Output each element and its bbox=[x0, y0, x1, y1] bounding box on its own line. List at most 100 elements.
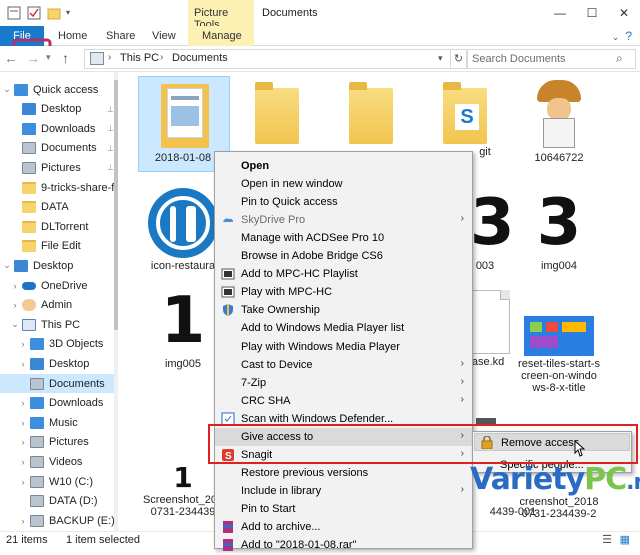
chevron-down-icon[interactable]: ▾ bbox=[66, 5, 82, 21]
recent-locations-icon[interactable]: ▾ bbox=[46, 52, 51, 63]
breadcrumb-this-pc[interactable]: This PC bbox=[120, 52, 159, 64]
context-menu-item[interactable]: Restore previous versions bbox=[215, 464, 472, 482]
checkmark-icon[interactable] bbox=[26, 5, 42, 21]
nav-item[interactable]: DATA bbox=[0, 198, 118, 217]
nav-item[interactable]: ⌄ This PC bbox=[0, 315, 118, 334]
nav-item[interactable]: Downloads ⊥ bbox=[0, 119, 118, 138]
nav-item[interactable]: › BACKUP (E:) bbox=[0, 511, 118, 530]
close-icon[interactable]: ✕ bbox=[608, 0, 640, 26]
nav-item-label: This PC bbox=[41, 318, 81, 331]
nav-scrollbar-thumb[interactable] bbox=[114, 80, 118, 330]
desktop-icon bbox=[22, 103, 36, 116]
context-menu-item[interactable]: Play with MPC-HC bbox=[215, 283, 472, 301]
expand-chevron-icon[interactable]: › bbox=[18, 359, 28, 369]
breadcrumb-documents[interactable]: Documents bbox=[172, 52, 228, 64]
nav-item[interactable]: Documents bbox=[0, 374, 118, 393]
search-icon[interactable]: ⌕ bbox=[616, 51, 623, 66]
nav-item[interactable]: › OneDrive bbox=[0, 276, 118, 295]
nav-item[interactable]: ⌄ Desktop bbox=[0, 256, 118, 275]
maximize-icon[interactable]: ☐ bbox=[576, 0, 608, 26]
context-menu-item[interactable]: Cast to Device › bbox=[215, 356, 472, 374]
context-menu-item-label: Add to "2018-01-08.rar" bbox=[241, 539, 357, 552]
up-arrow-icon[interactable]: ↑ bbox=[62, 50, 69, 66]
nav-item-label: Downloads bbox=[41, 122, 96, 135]
context-menu-item[interactable]: Add to "2018-01-08.rar" bbox=[215, 536, 472, 554]
onedrive-icon bbox=[22, 281, 36, 290]
context-menu-item[interactable]: Add to MPC-HC Playlist bbox=[215, 265, 472, 283]
nav-item[interactable]: › Desktop bbox=[0, 354, 118, 373]
tab-share[interactable]: Share bbox=[106, 30, 135, 42]
file-item[interactable] bbox=[326, 82, 416, 144]
expand-chevron-icon[interactable]: ⌄ bbox=[2, 260, 12, 271]
context-menu-item[interactable]: Include in library › bbox=[215, 482, 472, 500]
context-menu-item[interactable]: CRC SHA › bbox=[215, 392, 472, 410]
forward-arrow-icon[interactable]: → bbox=[26, 50, 44, 68]
expand-chevron-icon[interactable]: › bbox=[18, 457, 28, 467]
nav-item[interactable]: › Videos bbox=[0, 452, 118, 471]
expand-chevron-icon[interactable]: › bbox=[18, 437, 28, 447]
expand-chevron-icon[interactable]: › bbox=[10, 300, 20, 310]
nav-item[interactable]: ⌄ Quick access bbox=[0, 80, 118, 99]
help-icon[interactable]: ⌄? bbox=[612, 29, 632, 43]
tab-home[interactable]: Home bbox=[58, 30, 87, 42]
file-item[interactable]: 3 img004 bbox=[514, 188, 604, 272]
file-item[interactable]: S git bbox=[420, 82, 510, 158]
expand-chevron-icon[interactable]: › bbox=[10, 281, 20, 291]
nav-item[interactable]: Pictures ⊥ bbox=[0, 158, 118, 177]
nav-item-label: Videos bbox=[49, 455, 83, 468]
properties-icon[interactable] bbox=[6, 5, 22, 21]
file-label: creenshot_2018 0731-234439-2 bbox=[519, 496, 599, 520]
file-item[interactable]: reset-tiles-start-s creen-on-windo ws-8-… bbox=[514, 316, 604, 394]
expand-chevron-icon[interactable]: ⌄ bbox=[10, 319, 20, 330]
file-item[interactable]: creenshot_2018 0731-234439-2 bbox=[514, 494, 604, 520]
archive-icon bbox=[221, 538, 235, 552]
expand-chevron-icon[interactable]: › bbox=[18, 516, 28, 526]
folder-icon[interactable] bbox=[46, 5, 62, 21]
back-arrow-icon[interactable]: ← bbox=[4, 50, 24, 68]
context-menu-item[interactable]: SkyDrive Pro › bbox=[215, 211, 472, 229]
nav-item[interactable]: › 3D Objects bbox=[0, 335, 118, 354]
nav-item[interactable]: › W10 (C:) bbox=[0, 472, 118, 491]
file-item[interactable] bbox=[232, 82, 322, 144]
nav-item[interactable]: File Edit bbox=[0, 237, 118, 256]
context-menu-item[interactable]: 7-Zip › bbox=[215, 374, 472, 392]
context-menu-item[interactable]: Open bbox=[215, 157, 472, 175]
nav-item[interactable]: › Pictures bbox=[0, 433, 118, 452]
expand-chevron-icon[interactable]: › bbox=[18, 477, 28, 487]
nav-item[interactable]: › Music bbox=[0, 413, 118, 432]
expand-chevron-icon[interactable]: › bbox=[18, 398, 28, 408]
minimize-icon[interactable]: — bbox=[544, 0, 576, 26]
context-menu-item[interactable]: Pin to Start bbox=[215, 500, 472, 518]
context-menu-item[interactable]: Take Ownership bbox=[215, 301, 472, 319]
nav-item[interactable]: 9-tricks-share-fil bbox=[0, 178, 118, 197]
file-item[interactable]: 10646722 bbox=[514, 80, 604, 164]
nav-item-label: W10 (C:) bbox=[49, 475, 93, 488]
nav-item[interactable]: › Admin bbox=[0, 296, 118, 315]
context-menu-item[interactable]: Pin to Quick access bbox=[215, 193, 472, 211]
nav-item[interactable]: Desktop ⊥ bbox=[0, 100, 118, 119]
address-dropdown-icon[interactable]: ▾ bbox=[438, 53, 443, 64]
context-menu-item-label: Restore previous versions bbox=[241, 466, 369, 479]
nav-item[interactable]: › Downloads bbox=[0, 394, 118, 413]
tab-view[interactable]: View bbox=[152, 30, 176, 42]
details-view-icon[interactable]: ☰ bbox=[602, 533, 612, 546]
context-menu-item[interactable]: Add to Windows Media Player list bbox=[215, 319, 472, 337]
nav-item[interactable]: DLTorrent bbox=[0, 217, 118, 236]
expand-chevron-icon[interactable]: › bbox=[18, 339, 28, 349]
context-menu-item[interactable]: Play with Windows Media Player bbox=[215, 338, 472, 356]
nav-item[interactable]: DATA (D:) bbox=[0, 492, 118, 511]
context-menu-item[interactable]: Manage with ACDSee Pro 10 bbox=[215, 229, 472, 247]
chevron-right-icon[interactable]: › bbox=[108, 52, 111, 63]
nav-item-label: Admin bbox=[41, 299, 73, 312]
expand-chevron-icon[interactable]: › bbox=[18, 418, 28, 428]
chevron-right-icon[interactable]: › bbox=[160, 52, 163, 63]
context-menu-item[interactable]: Add to archive... bbox=[215, 518, 472, 536]
context-menu-item[interactable]: Open in new window bbox=[215, 175, 472, 193]
nav-item-label: DATA (D:) bbox=[49, 495, 98, 508]
context-menu-item[interactable]: Browse in Adobe Bridge CS6 bbox=[215, 247, 472, 265]
expand-chevron-icon[interactable]: ⌄ bbox=[2, 84, 12, 95]
large-icons-view-icon[interactable]: ▦ bbox=[620, 533, 630, 546]
tab-manage[interactable]: Manage bbox=[188, 26, 254, 46]
nav-item[interactable]: Documents ⊥ bbox=[0, 139, 118, 158]
file-label: 10646722 bbox=[534, 152, 584, 164]
